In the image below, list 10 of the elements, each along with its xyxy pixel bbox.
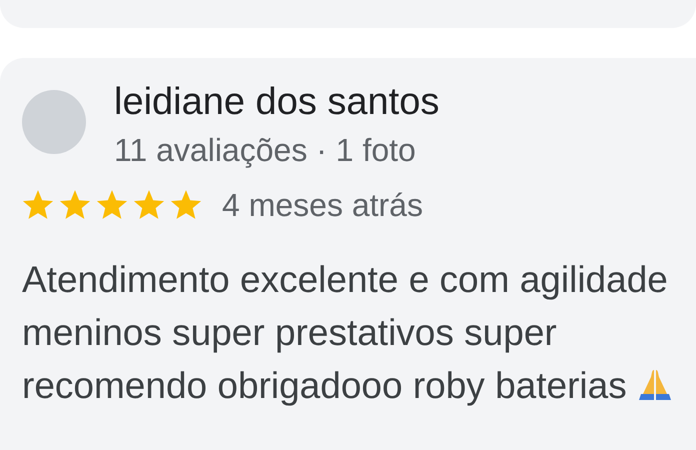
praying-hands-icon: [637, 368, 673, 402]
star-icon: [133, 190, 165, 220]
star-icon: [59, 190, 91, 220]
review-text: Atendimento excelente e com agilidade meninos super prestativos super recomendo obrigadooo roby baterias: [22, 253, 694, 412]
author-name[interactable]: leidiane dos santos: [114, 80, 440, 124]
star-icon: [96, 190, 128, 220]
review-count: 11 avaliações · 1 foto: [114, 131, 417, 170]
star-icon: [22, 190, 54, 220]
star-icon: [170, 190, 202, 220]
review-time: 4 meses atrás: [222, 186, 423, 225]
